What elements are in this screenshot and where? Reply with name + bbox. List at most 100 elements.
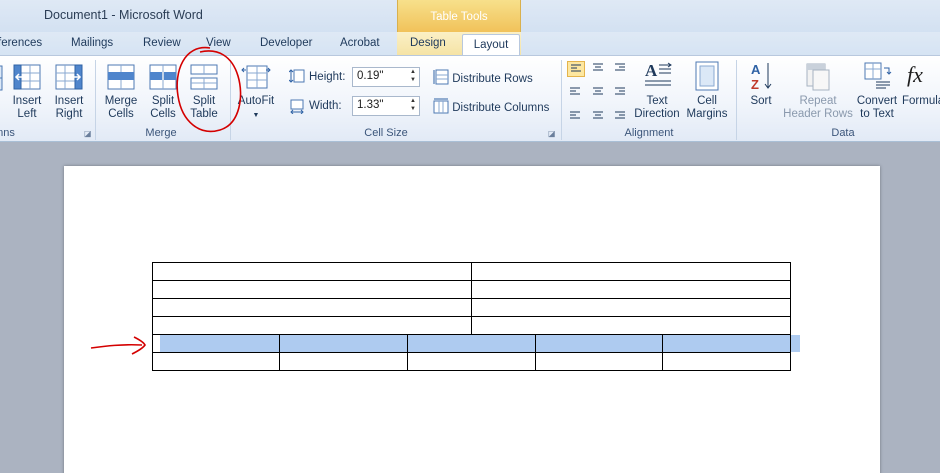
cell-margins-label-1: Cell: [697, 95, 717, 107]
align-top-right-icon: [615, 63, 625, 71]
repeat-header-rows-icon: [806, 63, 830, 91]
table-cell[interactable]: [152, 352, 280, 371]
distribute-columns-button[interactable]: Distribute Columns: [433, 98, 549, 115]
autofit-dropdown-icon: ▼: [252, 112, 260, 119]
text-direction-label-1: Text: [646, 95, 668, 107]
table-cell[interactable]: [407, 334, 536, 353]
spin-down-icon[interactable]: ▼: [410, 77, 416, 83]
insert-right-icon: [55, 64, 83, 90]
align-top-center-button[interactable]: [590, 61, 608, 77]
tab-layout[interactable]: Layout: [462, 34, 520, 57]
height-value: 0.19": [357, 70, 384, 82]
align-bottom-right-button[interactable]: [612, 106, 630, 122]
table-cell[interactable]: [279, 352, 408, 371]
merge-cells-icon: [107, 64, 135, 90]
insert-right-button[interactable]: Insert Right: [51, 62, 87, 121]
row-height-icon: [289, 69, 305, 83]
height-label: Height:: [309, 71, 346, 83]
window-title: Document1 - Microsoft Word: [44, 8, 203, 22]
sort-label: Sort: [750, 95, 772, 107]
column-width-icon: [290, 99, 304, 114]
text-direction-button[interactable]: A Text Direction: [632, 60, 682, 121]
align-center-button[interactable]: [590, 84, 608, 100]
table-cell[interactable]: [471, 280, 791, 299]
document-page[interactable]: [64, 166, 880, 473]
align-bottom-left-button[interactable]: [567, 106, 585, 122]
spin-down-icon[interactable]: ▼: [410, 106, 416, 112]
insert-right-label-2: Right: [55, 108, 83, 120]
align-center-right-button[interactable]: [612, 84, 630, 100]
tab-mailings[interactable]: Mailings: [71, 37, 113, 49]
table-cell[interactable]: [279, 334, 408, 353]
table-cell[interactable]: [471, 298, 791, 317]
insert-below-icon[interactable]: [0, 64, 4, 92]
tab-design[interactable]: Design: [410, 37, 446, 49]
cell-size-launcher-icon[interactable]: ◪: [548, 130, 556, 138]
ribbon: Insert Left Insert Right nns ◪ Merge Cel…: [0, 55, 940, 142]
align-center-icon: [593, 87, 603, 95]
repeat-header-rows-label-1: Repeat: [799, 95, 837, 107]
ribbon-tabs: ferences Mailings Review View Developer …: [0, 32, 940, 57]
table-cell[interactable]: [152, 316, 472, 335]
cell-margins-icon: [695, 61, 719, 91]
formula-button[interactable]: fx Formula: [902, 60, 940, 108]
align-bottom-right-icon: [615, 111, 625, 119]
table-tools-label: Table Tools: [397, 0, 521, 32]
merge-cells-label-2: Cells: [108, 108, 134, 120]
distribute-columns-icon: [433, 98, 449, 114]
insert-left-label-1: Insert: [12, 95, 42, 107]
height-input[interactable]: 0.19" ▲ ▼: [352, 67, 420, 87]
insert-left-button[interactable]: Insert Left: [9, 62, 45, 121]
convert-to-text-button[interactable]: Convert to Text: [854, 60, 900, 121]
group-separator: [95, 60, 96, 140]
cell-margins-button[interactable]: Cell Margins: [684, 60, 730, 121]
group-separator: [736, 60, 737, 140]
table-cell[interactable]: [662, 334, 791, 353]
width-value: 1.33": [357, 99, 384, 111]
text-direction-label-2: Direction: [634, 108, 680, 120]
svg-text:A: A: [645, 61, 658, 80]
align-center-left-icon: [570, 87, 580, 95]
sort-button[interactable]: A Z Sort: [744, 60, 778, 108]
table-cell[interactable]: [535, 352, 663, 371]
spin-up-icon[interactable]: ▲: [410, 98, 416, 104]
spin-up-icon[interactable]: ▲: [410, 69, 416, 75]
title-bar: Document1 - Microsoft Word Table Tools: [0, 0, 940, 32]
merge-cells-label-1: Merge: [104, 95, 138, 107]
group-separator: [561, 60, 562, 140]
tab-developer[interactable]: Developer: [260, 37, 312, 49]
data-group-label: Data: [831, 127, 855, 139]
tab-acrobat[interactable]: Acrobat: [340, 37, 380, 49]
table-cell[interactable]: [662, 352, 791, 371]
distribute-rows-icon: [433, 69, 449, 85]
table-cell[interactable]: [471, 262, 791, 281]
align-top-left-button[interactable]: [567, 61, 585, 77]
table-cell[interactable]: [152, 280, 472, 299]
distribute-rows-button[interactable]: Distribute Rows: [433, 69, 533, 86]
align-top-center-icon: [593, 63, 603, 71]
table-cell[interactable]: [152, 334, 280, 353]
convert-to-text-icon: [864, 62, 892, 89]
distribute-rows-label: Distribute Rows: [452, 73, 533, 85]
align-center-left-button[interactable]: [567, 84, 585, 100]
rows-columns-group-label: nns: [0, 127, 15, 139]
table-cell[interactable]: [471, 316, 791, 335]
table-cell[interactable]: [152, 298, 472, 317]
tab-references[interactable]: ferences: [0, 37, 42, 49]
table-cell[interactable]: [535, 334, 663, 353]
table-cell[interactable]: [407, 352, 536, 371]
width-label: Width:: [309, 100, 342, 112]
align-top-left-icon: [571, 64, 581, 72]
align-top-right-button[interactable]: [612, 61, 630, 77]
repeat-header-rows-label-2: Header Rows: [783, 108, 853, 120]
table-cell[interactable]: [152, 262, 472, 281]
merge-cells-button[interactable]: Merge Cells: [101, 62, 141, 121]
repeat-header-rows-button[interactable]: Repeat Header Rows: [782, 60, 854, 121]
insert-left-icon: [13, 64, 41, 90]
convert-to-text-label-2: to Text: [860, 108, 894, 120]
text-direction-icon: A: [645, 61, 672, 86]
distribute-columns-label: Distribute Columns: [452, 102, 550, 114]
width-input[interactable]: 1.33" ▲ ▼: [352, 96, 420, 116]
align-bottom-center-button[interactable]: [590, 106, 608, 122]
rows-columns-launcher-icon[interactable]: ◪: [84, 130, 92, 138]
